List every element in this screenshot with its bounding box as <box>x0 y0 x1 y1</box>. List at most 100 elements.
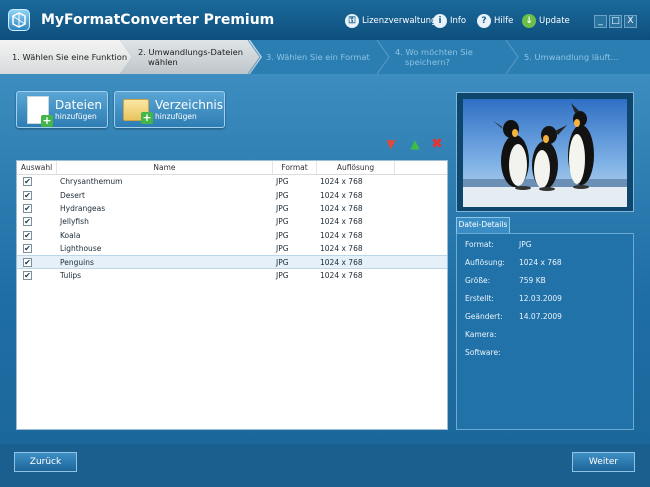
step-separator <box>505 40 519 74</box>
add-files-title: Dateien <box>55 97 103 112</box>
title-bar: MyFormatConverter Premium ⚿ Lizenzverwal… <box>0 0 650 40</box>
minimize-button[interactable]: _ <box>594 15 607 28</box>
step-3: 3. Wählen Sie ein Format <box>266 40 370 74</box>
row-name: Penguins <box>60 257 94 267</box>
help-icon: ? <box>477 14 491 28</box>
detail-value: 14.07.2009 <box>519 312 562 321</box>
step-3-label: 3. Wählen Sie ein Format <box>266 52 370 62</box>
row-checkbox[interactable]: ✔ <box>23 270 32 280</box>
row-format: JPG <box>276 177 289 187</box>
table-row[interactable]: ✔ Hydrangeas JPG 1024 x 768 <box>17 202 447 215</box>
row-format: JPG <box>276 217 289 227</box>
row-checkbox[interactable]: ✔ <box>23 244 32 254</box>
table-row[interactable]: ✔ Tulips JPG 1024 x 768 <box>17 269 447 282</box>
file-table: Auswahl Name Format Auflösung ✔ Chrysant… <box>16 160 448 430</box>
row-resolution: 1024 x 768 <box>320 257 363 267</box>
step-4-label-line2: speichern? <box>405 57 450 67</box>
detail-key: Format: <box>465 240 494 249</box>
header-name[interactable]: Name <box>57 161 273 174</box>
menu-info-label: Info <box>450 16 467 26</box>
detail-key: Kamera: <box>465 330 497 339</box>
maximize-button[interactable]: □ <box>609 15 622 28</box>
update-icon: ↓ <box>522 14 536 28</box>
menu-license[interactable]: ⚿ Lizenzverwaltung <box>345 14 436 28</box>
step-5: 5. Umwandlung läuft... <box>524 40 618 74</box>
image-preview <box>456 92 634 212</box>
row-resolution: 1024 x 768 <box>320 217 363 227</box>
info-icon: i <box>433 14 447 28</box>
detail-key: Größe: <box>465 276 491 285</box>
row-name: Jellyfish <box>60 217 89 227</box>
table-row[interactable]: ✔ Chrysanthemum JPG 1024 x 768 <box>17 175 447 188</box>
row-resolution: 1024 x 768 <box>320 230 363 240</box>
add-folder-subtitle: hinzufügen <box>155 111 197 121</box>
add-folder-button[interactable]: + Verzeichnis hinzufügen <box>114 91 225 128</box>
file-details-panel: Format: JPG Auflösung: 1024 x 768 Größe:… <box>456 233 634 430</box>
add-files-button[interactable]: + Dateien hinzufügen <box>16 91 108 128</box>
row-name: Chrysanthemum <box>60 177 123 187</box>
step-separator <box>376 40 390 74</box>
row-name: Desert <box>60 190 85 200</box>
table-header: Auswahl Name Format Auflösung <box>17 161 447 175</box>
header-resolution[interactable]: Auflösung <box>317 161 395 174</box>
close-button[interactable]: X <box>624 15 637 28</box>
row-checkbox[interactable]: ✔ <box>23 190 32 200</box>
menu-update-label: Update <box>539 16 570 26</box>
menu-help[interactable]: ? Hilfe <box>477 14 513 28</box>
step-2-label: 2. Umwandlungs-Dateien <box>138 47 244 57</box>
document-icon: + <box>27 95 53 127</box>
row-format: JPG <box>276 203 289 213</box>
delete-icon[interactable]: ✖ <box>430 137 444 151</box>
row-resolution: 1024 x 768 <box>320 177 363 187</box>
menu-update[interactable]: ↓ Update <box>522 14 570 28</box>
row-resolution: 1024 x 768 <box>320 244 363 254</box>
step-5-label: 5. Umwandlung läuft... <box>524 52 619 62</box>
app-title: MyFormatConverter Premium <box>41 12 275 28</box>
table-row-selected[interactable]: ✔ Penguins JPG 1024 x 768 <box>17 255 447 269</box>
header-format[interactable]: Format <box>273 161 317 174</box>
menu-info[interactable]: i Info <box>433 14 466 28</box>
detail-value: 1024 x 768 <box>519 258 562 267</box>
step-2: 2. Umwandlungs-Dateien wählen <box>120 40 262 74</box>
next-button[interactable]: Weiter <box>572 452 635 472</box>
row-checkbox[interactable]: ✔ <box>23 177 32 187</box>
row-checkbox[interactable]: ✔ <box>23 217 32 227</box>
row-format: JPG <box>276 270 289 280</box>
table-row[interactable]: ✔ Lighthouse JPG 1024 x 768 <box>17 242 447 255</box>
move-down-icon[interactable]: ▼ <box>384 137 398 151</box>
footer-bar <box>0 444 650 487</box>
app-logo-icon <box>8 9 30 31</box>
table-row[interactable]: ✔ Desert JPG 1024 x 768 <box>17 188 447 201</box>
detail-value: 12.03.2009 <box>519 294 562 303</box>
detail-key: Erstellt: <box>465 294 494 303</box>
table-row[interactable]: ✔ Jellyfish JPG 1024 x 768 <box>17 215 447 228</box>
row-format: JPG <box>276 230 289 240</box>
back-button[interactable]: Zurück <box>14 452 77 472</box>
row-format: JPG <box>276 190 289 200</box>
detail-key: Software: <box>465 348 501 357</box>
tab-file-details[interactable]: Datei-Details <box>456 217 510 233</box>
step-1: 1. Wählen Sie eine Funktion <box>0 40 132 74</box>
detail-key: Auflösung: <box>465 258 505 267</box>
step-separator <box>247 40 261 74</box>
row-name: Hydrangeas <box>60 203 106 213</box>
row-format: JPG <box>276 257 289 267</box>
detail-key: Geändert: <box>465 312 503 321</box>
wizard-steps: 1. Wählen Sie eine Funktion 2. Umwandlun… <box>0 40 650 74</box>
header-select[interactable]: Auswahl <box>17 161 57 174</box>
plus-icon: + <box>141 110 153 124</box>
row-checkbox[interactable]: ✔ <box>23 203 32 213</box>
table-row[interactable]: ✔ Koala JPG 1024 x 768 <box>17 229 447 242</box>
move-up-icon[interactable]: ▲ <box>408 137 422 151</box>
detail-value: 759 KB <box>519 276 546 285</box>
detail-value: JPG <box>519 240 532 249</box>
add-folder-title: Verzeichnis <box>155 97 224 112</box>
row-name: Koala <box>60 230 81 240</box>
key-icon: ⚿ <box>345 14 359 28</box>
row-checkbox[interactable]: ✔ <box>23 230 32 240</box>
row-checkbox[interactable]: ✔ <box>23 257 32 267</box>
preview-image <box>463 99 627 207</box>
menu-help-label: Hilfe <box>494 16 514 26</box>
row-name: Tulips <box>60 270 82 280</box>
add-files-subtitle: hinzufügen <box>55 111 97 121</box>
